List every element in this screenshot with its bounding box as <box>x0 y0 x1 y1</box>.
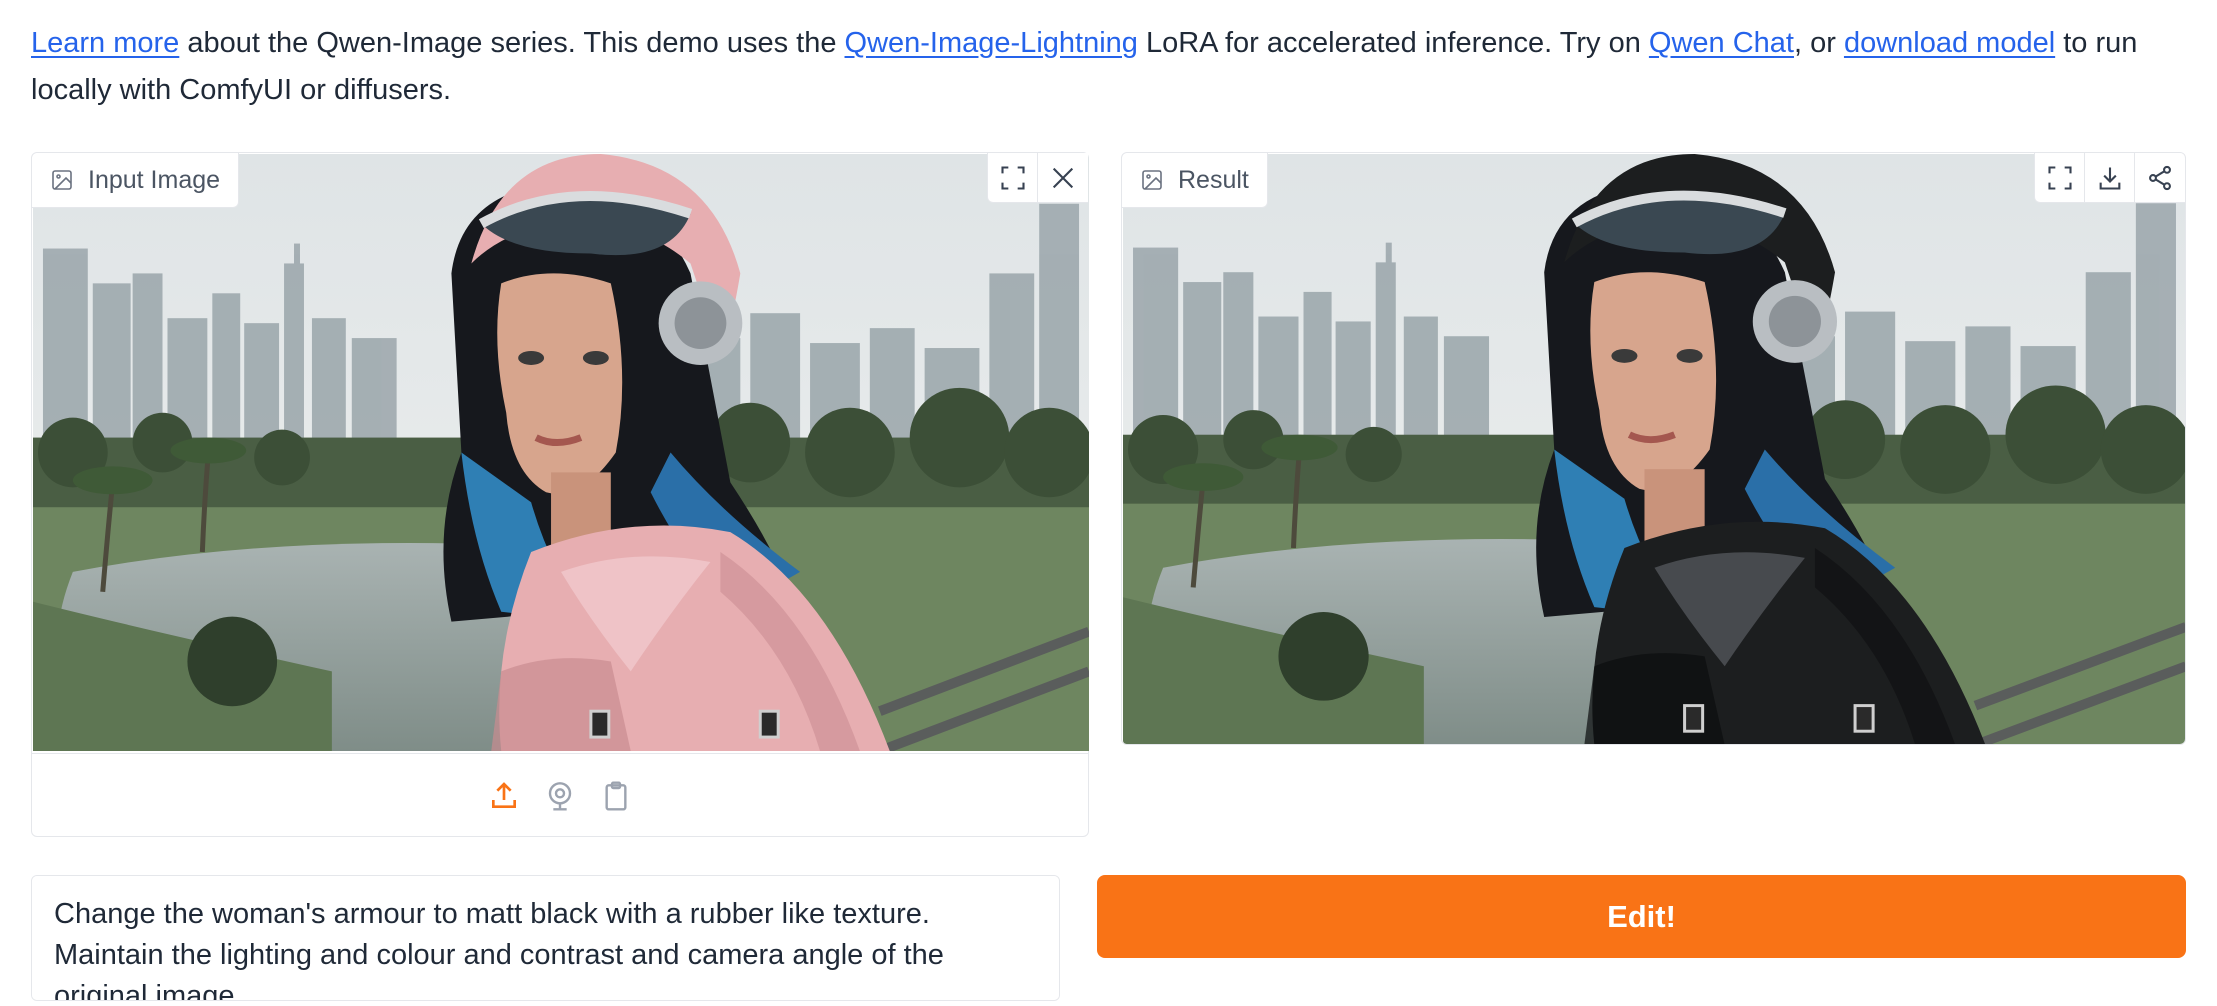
prompt-input[interactable]: Change the woman's armour to matt black … <box>31 875 1060 1001</box>
input-clear-button[interactable] <box>1038 153 1088 203</box>
result-fullscreen-button[interactable] <box>2035 153 2085 203</box>
input-image-label: Input Image <box>32 153 240 208</box>
result-download-button[interactable] <box>2085 153 2135 203</box>
image-source-bar <box>32 753 1088 838</box>
result-label-text: Result <box>1178 165 1249 194</box>
webcam-source-button[interactable] <box>543 779 577 813</box>
input-image-label-text: Input Image <box>88 165 221 194</box>
fullscreen-icon <box>1000 165 1025 190</box>
result-toolbar <box>2034 153 2185 203</box>
image-icon <box>1142 170 1162 190</box>
clipboard-icon <box>605 781 627 811</box>
webcam-icon <box>548 782 572 811</box>
input-image[interactable] <box>33 154 1089 751</box>
intro-text-2: LoRA for accelerated inference. Try on <box>1137 27 1649 59</box>
share-icon <box>2149 165 2171 190</box>
clipboard-source-button[interactable] <box>599 779 633 813</box>
edit-button[interactable]: Edit! <box>1097 875 2186 958</box>
intro-text-1: about the Qwen-Image series. This demo u… <box>179 27 845 59</box>
intro-text-3: , or <box>1793 27 1844 59</box>
result-image[interactable] <box>1123 154 2185 744</box>
qwen-image-lightning-link[interactable]: Qwen-Image-Lightning <box>845 27 1138 59</box>
intro-text: Learn more about the Qwen-Image series. … <box>31 20 2191 114</box>
input-fullscreen-button[interactable] <box>988 152 1038 203</box>
upload-source-button[interactable] <box>487 779 521 813</box>
qwen-chat-link[interactable]: Qwen Chat <box>1649 27 1794 59</box>
result-label: Result <box>1122 153 1268 208</box>
close-icon <box>1052 167 1074 188</box>
result-share-button[interactable] <box>2135 153 2185 203</box>
result-panel: Result <box>1121 152 2186 745</box>
learn-more-link[interactable]: Learn more <box>31 27 179 59</box>
download-model-link[interactable]: download model <box>1844 27 2055 59</box>
upload-icon <box>492 782 516 808</box>
image-icon <box>52 170 72 190</box>
input-image-panel[interactable]: Input Image <box>31 152 1089 837</box>
download-icon <box>2099 167 2120 190</box>
fullscreen-icon <box>2047 165 2072 190</box>
input-image-toolbar <box>987 152 1088 203</box>
